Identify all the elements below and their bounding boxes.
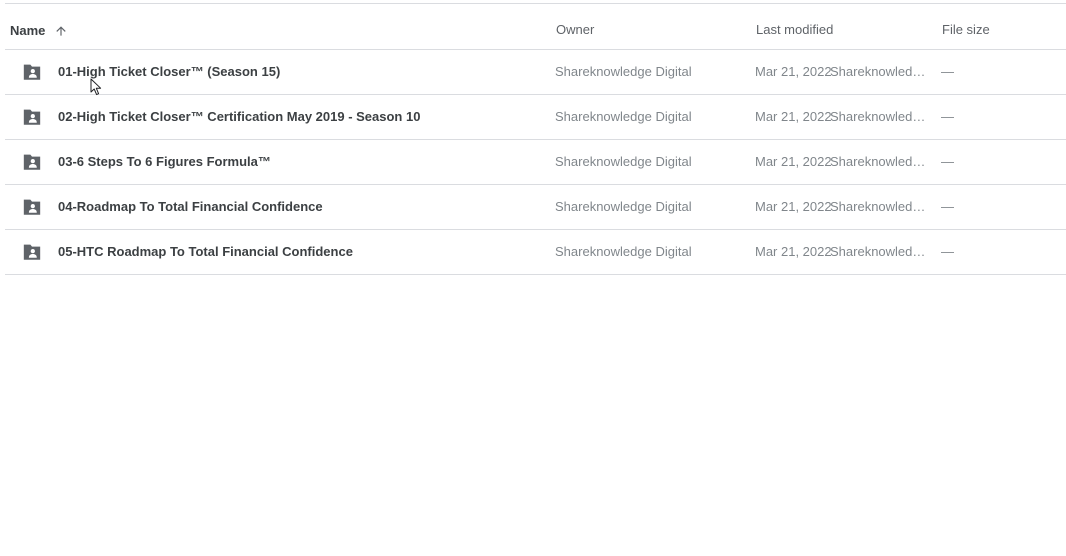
table-row[interactable]: 03-6 Steps To 6 Figures Formula™ Sharekn… xyxy=(5,140,1066,185)
file-modified-by: Shareknowledge Digital xyxy=(830,109,928,124)
file-modified-date: Mar 21, 2022 xyxy=(755,64,832,79)
file-size: — xyxy=(941,199,954,214)
file-owner: Shareknowledge Digital xyxy=(555,199,692,214)
file-name[interactable]: 02-High Ticket Closer™ Certification May… xyxy=(58,95,420,139)
file-modified-by: Shareknowledge Digital xyxy=(830,154,928,169)
shared-folder-icon xyxy=(23,109,41,125)
file-name[interactable]: 03-6 Steps To 6 Figures Formula™ xyxy=(58,140,271,184)
column-header-name[interactable]: Name xyxy=(10,8,68,53)
file-name[interactable]: 05-HTC Roadmap To Total Financial Confid… xyxy=(58,230,353,274)
file-size: — xyxy=(941,154,954,169)
shared-folder-icon xyxy=(23,154,41,170)
file-owner: Shareknowledge Digital xyxy=(555,64,692,79)
file-modified-by: Shareknowledge Digital xyxy=(830,199,928,214)
file-modified-date: Mar 21, 2022 xyxy=(755,109,832,124)
file-rows: 01-High Ticket Closer™ (Season 15) Share… xyxy=(5,50,1066,275)
file-size: — xyxy=(941,64,954,79)
file-owner: Shareknowledge Digital xyxy=(555,154,692,169)
arrow-up-icon[interactable] xyxy=(54,24,68,38)
file-owner: Shareknowledge Digital xyxy=(555,244,692,259)
file-size: — xyxy=(941,244,954,259)
file-modified-by: Shareknowledge Digital xyxy=(830,244,928,259)
file-modified-date: Mar 21, 2022 xyxy=(755,199,832,214)
table-row[interactable]: 02-High Ticket Closer™ Certification May… xyxy=(5,95,1066,140)
file-modified-by: Shareknowledge Digital xyxy=(830,64,928,79)
table-row[interactable]: 01-High Ticket Closer™ (Season 15) Share… xyxy=(5,50,1066,95)
table-row[interactable]: 04-Roadmap To Total Financial Confidence… xyxy=(5,185,1066,230)
column-header-file-size[interactable]: File size xyxy=(942,4,990,49)
column-header-owner[interactable]: Owner xyxy=(556,4,594,49)
column-header-name-label: Name xyxy=(10,23,46,38)
column-header-last-modified[interactable]: Last modified xyxy=(756,4,833,49)
file-owner: Shareknowledge Digital xyxy=(555,109,692,124)
table-row[interactable]: 05-HTC Roadmap To Total Financial Confid… xyxy=(5,230,1066,275)
column-header-row: Name Owner Last modified File size xyxy=(5,4,1066,50)
shared-folder-icon xyxy=(23,199,41,215)
file-name[interactable]: 04-Roadmap To Total Financial Confidence xyxy=(58,185,323,229)
shared-folder-icon xyxy=(23,64,41,80)
file-size: — xyxy=(941,109,954,124)
mouse-cursor-icon xyxy=(90,78,102,96)
file-list-view: Name Owner Last modified File size 01-Hi… xyxy=(0,0,1066,556)
shared-folder-icon xyxy=(23,244,41,260)
file-modified-date: Mar 21, 2022 xyxy=(755,244,832,259)
file-modified-date: Mar 21, 2022 xyxy=(755,154,832,169)
